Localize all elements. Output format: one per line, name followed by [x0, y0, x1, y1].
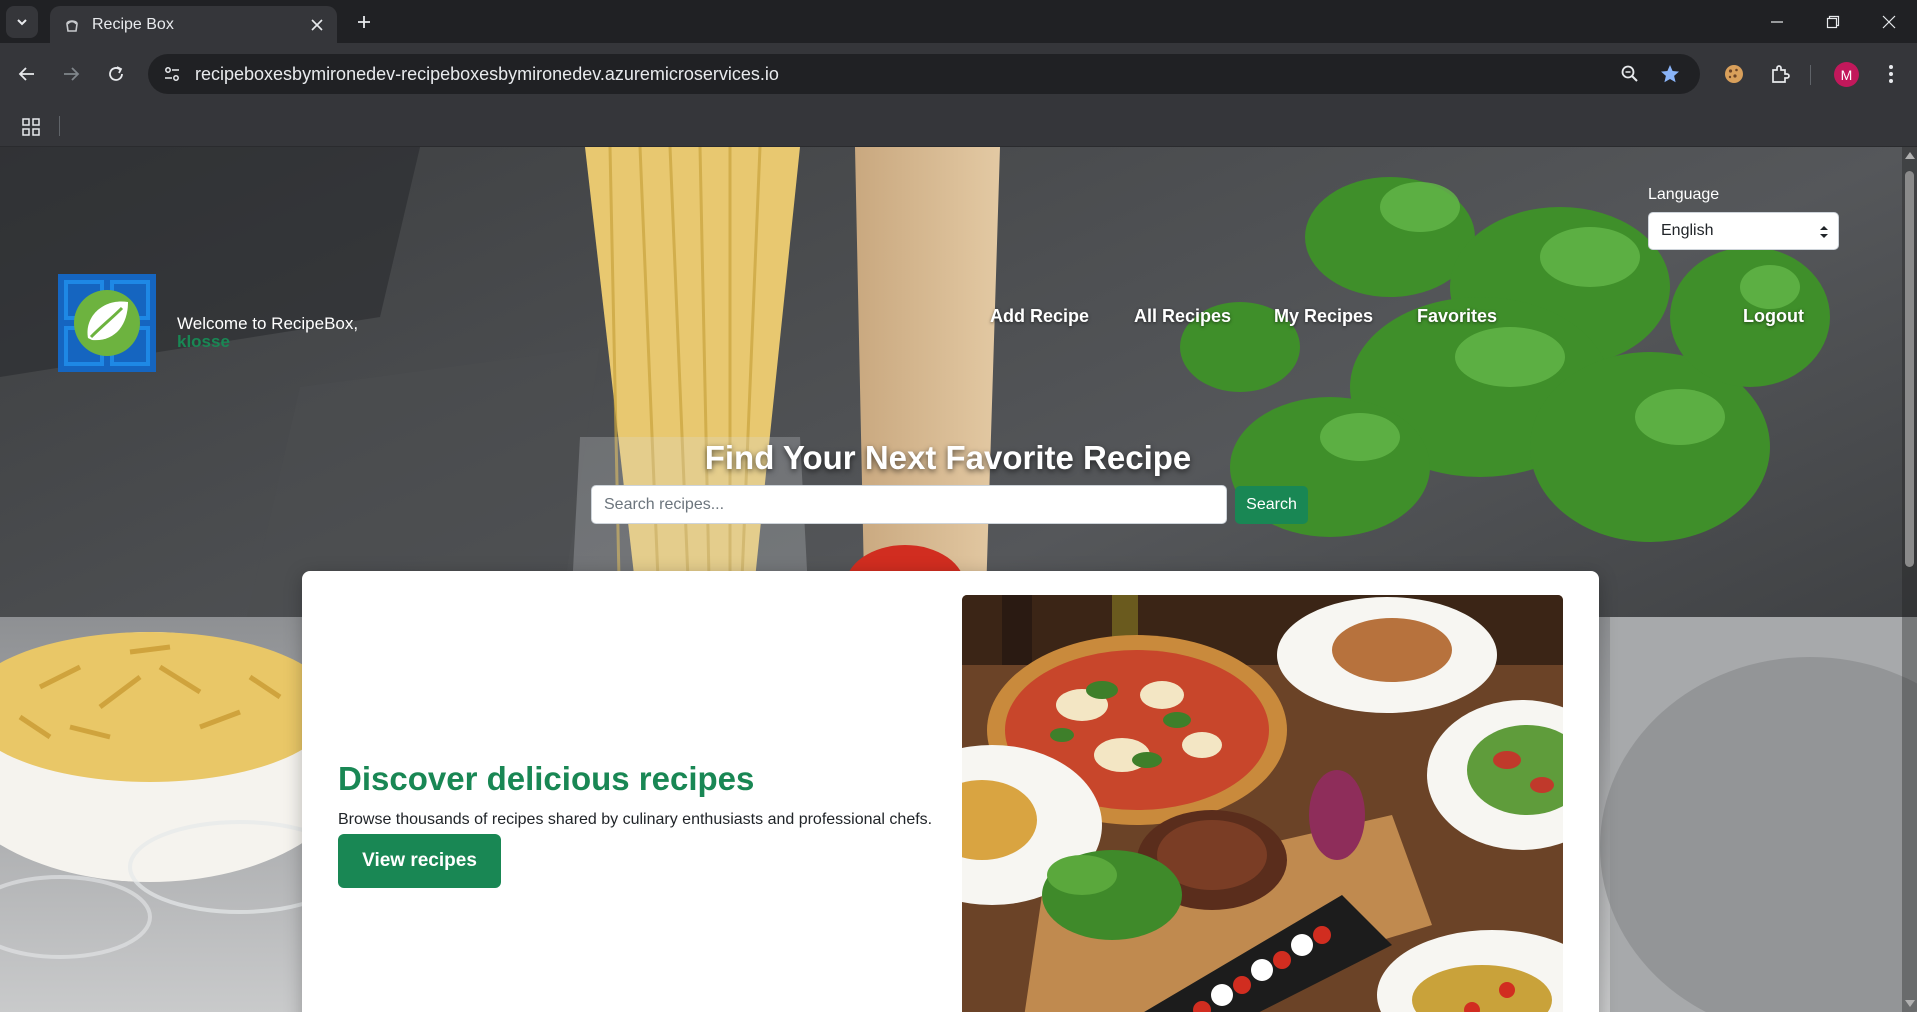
feature-text: Browse thousands of recipes shared by cu… [338, 811, 933, 828]
nav-add-recipe[interactable]: Add Recipe [990, 306, 1089, 327]
nav-all-recipes[interactable]: All Recipes [1134, 306, 1231, 327]
language-select-value: English [1661, 222, 1714, 239]
site-info-icon[interactable] [160, 62, 184, 86]
url-text: recipeboxesbymironedev-recipeboxesbymiro… [195, 64, 779, 84]
feature-card: Discover delicious recipes Browse thousa… [302, 571, 1599, 1012]
page-viewport: Language English Welcome to RecipeBox, k… [0, 147, 1917, 1012]
reload-icon[interactable] [99, 57, 133, 91]
recipebox-logo[interactable] [58, 274, 156, 372]
bookmarks-divider [59, 116, 60, 136]
cookie-extension-icon[interactable] [1720, 60, 1748, 88]
welcome-username: klosse [177, 332, 230, 351]
plus-icon [358, 16, 370, 28]
tab-search-button[interactable] [6, 6, 38, 38]
hero-title: Find Your Next Favorite Recipe [704, 439, 1192, 476]
feature-heading: Discover delicious recipes [338, 760, 755, 797]
extensions-puzzle-icon[interactable] [1766, 60, 1794, 88]
profile-avatar[interactable]: M [1834, 62, 1859, 87]
address-bar[interactable]: recipeboxesbymironedev-recipeboxesbymiro… [148, 54, 1700, 94]
close-icon[interactable] [306, 14, 328, 36]
restore-icon[interactable] [1805, 0, 1861, 43]
window-close-icon[interactable] [1861, 0, 1917, 43]
toolbar-divider [1810, 65, 1811, 85]
chevron-down-icon [17, 19, 27, 26]
back-icon[interactable] [10, 57, 44, 91]
scrollbar-thumb[interactable] [1905, 171, 1914, 567]
minimize-icon[interactable] [1749, 0, 1805, 43]
browser-tab[interactable]: Recipe Box [50, 6, 337, 43]
view-recipes-button[interactable]: View recipes [338, 834, 501, 888]
browser-tab-strip: Recipe Box [0, 0, 1917, 43]
apps-grid-icon[interactable] [19, 115, 43, 139]
nav-my-recipes[interactable]: My Recipes [1274, 306, 1373, 327]
scroll-up-arrow-icon[interactable] [1905, 152, 1915, 159]
welcome-message: Welcome to RecipeBox, klosse [177, 315, 358, 351]
language-label: Language [1648, 186, 1720, 203]
search-button[interactable]: Search [1235, 486, 1308, 524]
window-controls [1749, 0, 1917, 43]
search-input[interactable] [591, 485, 1227, 524]
nav-logout[interactable]: Logout [1743, 306, 1804, 327]
select-arrows-icon [1820, 226, 1828, 238]
recipe-favicon [63, 16, 81, 34]
food-spread-image [962, 595, 1563, 1012]
bookmark-star-icon[interactable] [1658, 62, 1682, 86]
scroll-down-arrow-icon[interactable] [1905, 1000, 1915, 1007]
tab-title: Recipe Box [92, 15, 174, 33]
page-scrollbar[interactable] [1902, 147, 1917, 1012]
nav-favorites[interactable]: Favorites [1417, 306, 1497, 327]
browser-toolbar: recipeboxesbymironedev-recipeboxesbymiro… [0, 43, 1917, 105]
bookmarks-bar [0, 105, 1917, 147]
zoom-icon[interactable] [1618, 62, 1642, 86]
new-tab-button[interactable] [350, 8, 378, 36]
forward-icon[interactable] [54, 57, 88, 91]
kebab-menu-icon[interactable] [1877, 60, 1905, 88]
language-select[interactable]: English [1648, 212, 1839, 250]
welcome-text: Welcome to RecipeBox, [177, 314, 359, 333]
